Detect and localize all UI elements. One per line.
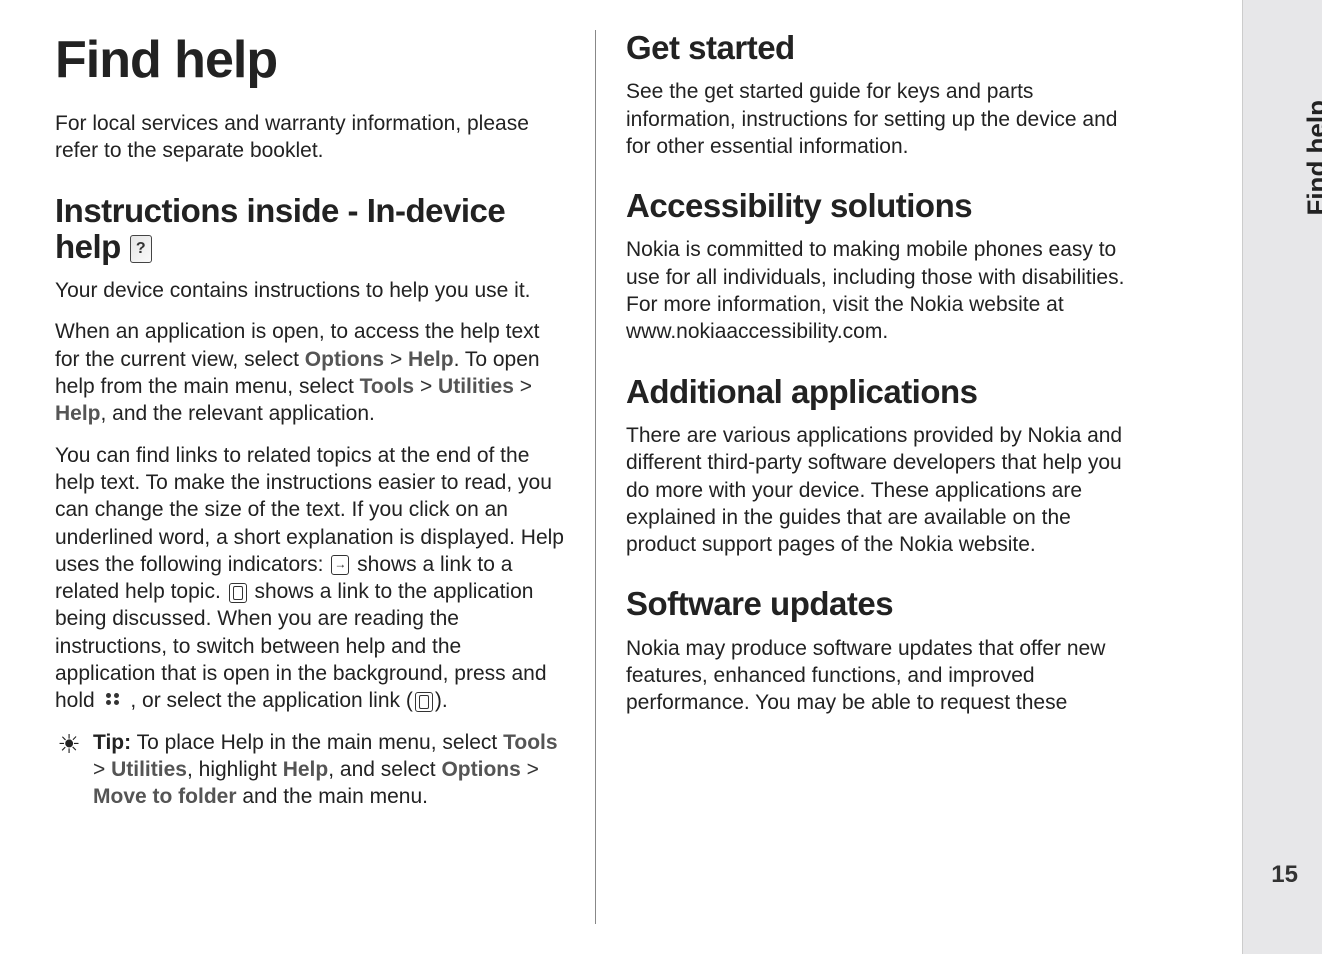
section-heading: Software updates — [626, 586, 1145, 622]
section-heading-instructions: Instructions inside - In-device help — [55, 193, 565, 266]
section-heading: Additional applications — [626, 374, 1145, 410]
menu-key-icon — [104, 693, 122, 711]
app-link-icon — [415, 692, 433, 712]
menu-path-item: Tools — [503, 731, 557, 754]
side-tab: Find help 15 — [1242, 0, 1322, 954]
paragraph: Nokia is committed to making mobile phon… — [626, 236, 1145, 345]
menu-path-item: Options — [441, 758, 520, 781]
app-link-icon — [229, 583, 247, 603]
side-tab-label: Find help — [1302, 100, 1322, 216]
page-content: Find help For local services and warrant… — [0, 0, 1180, 954]
paragraph: Your device contains instructions to hel… — [55, 277, 565, 304]
heading-text: Instructions inside - In-device help — [55, 192, 505, 265]
menu-path-item: Options — [305, 348, 384, 371]
paragraph: You can find links to related topics at … — [55, 442, 565, 715]
menu-path-item: Utilities — [111, 758, 187, 781]
section-heading: Accessibility solutions — [626, 188, 1145, 224]
menu-path-item: Help — [283, 758, 329, 781]
right-column: Get started See the get started guide fo… — [595, 30, 1155, 924]
paragraph: Nokia may produce software updates that … — [626, 635, 1145, 717]
menu-path-item: Tools — [360, 375, 414, 398]
page-number: 15 — [1271, 861, 1298, 889]
intro-paragraph: For local services and warranty informat… — [55, 110, 565, 165]
section-heading: Get started — [626, 30, 1145, 66]
tip-text: Tip: To place Help in the main menu, sel… — [93, 729, 565, 811]
paragraph: There are various applications provided … — [626, 422, 1145, 558]
tip-lightbulb-icon: ☀ — [55, 729, 83, 757]
paragraph: See the get started guide for keys and p… — [626, 78, 1145, 160]
menu-path-item: Help — [55, 402, 101, 425]
help-icon — [130, 235, 152, 263]
menu-path-item: Move to folder — [93, 785, 237, 808]
paragraph: When an application is open, to access t… — [55, 318, 565, 427]
menu-path-item: Help — [408, 348, 454, 371]
menu-path-item: Utilities — [438, 375, 514, 398]
tip-block: ☀ Tip: To place Help in the main menu, s… — [55, 729, 565, 811]
page-title: Find help — [55, 30, 565, 90]
left-column: Find help For local services and warrant… — [55, 30, 595, 924]
link-arrow-icon — [331, 555, 349, 575]
